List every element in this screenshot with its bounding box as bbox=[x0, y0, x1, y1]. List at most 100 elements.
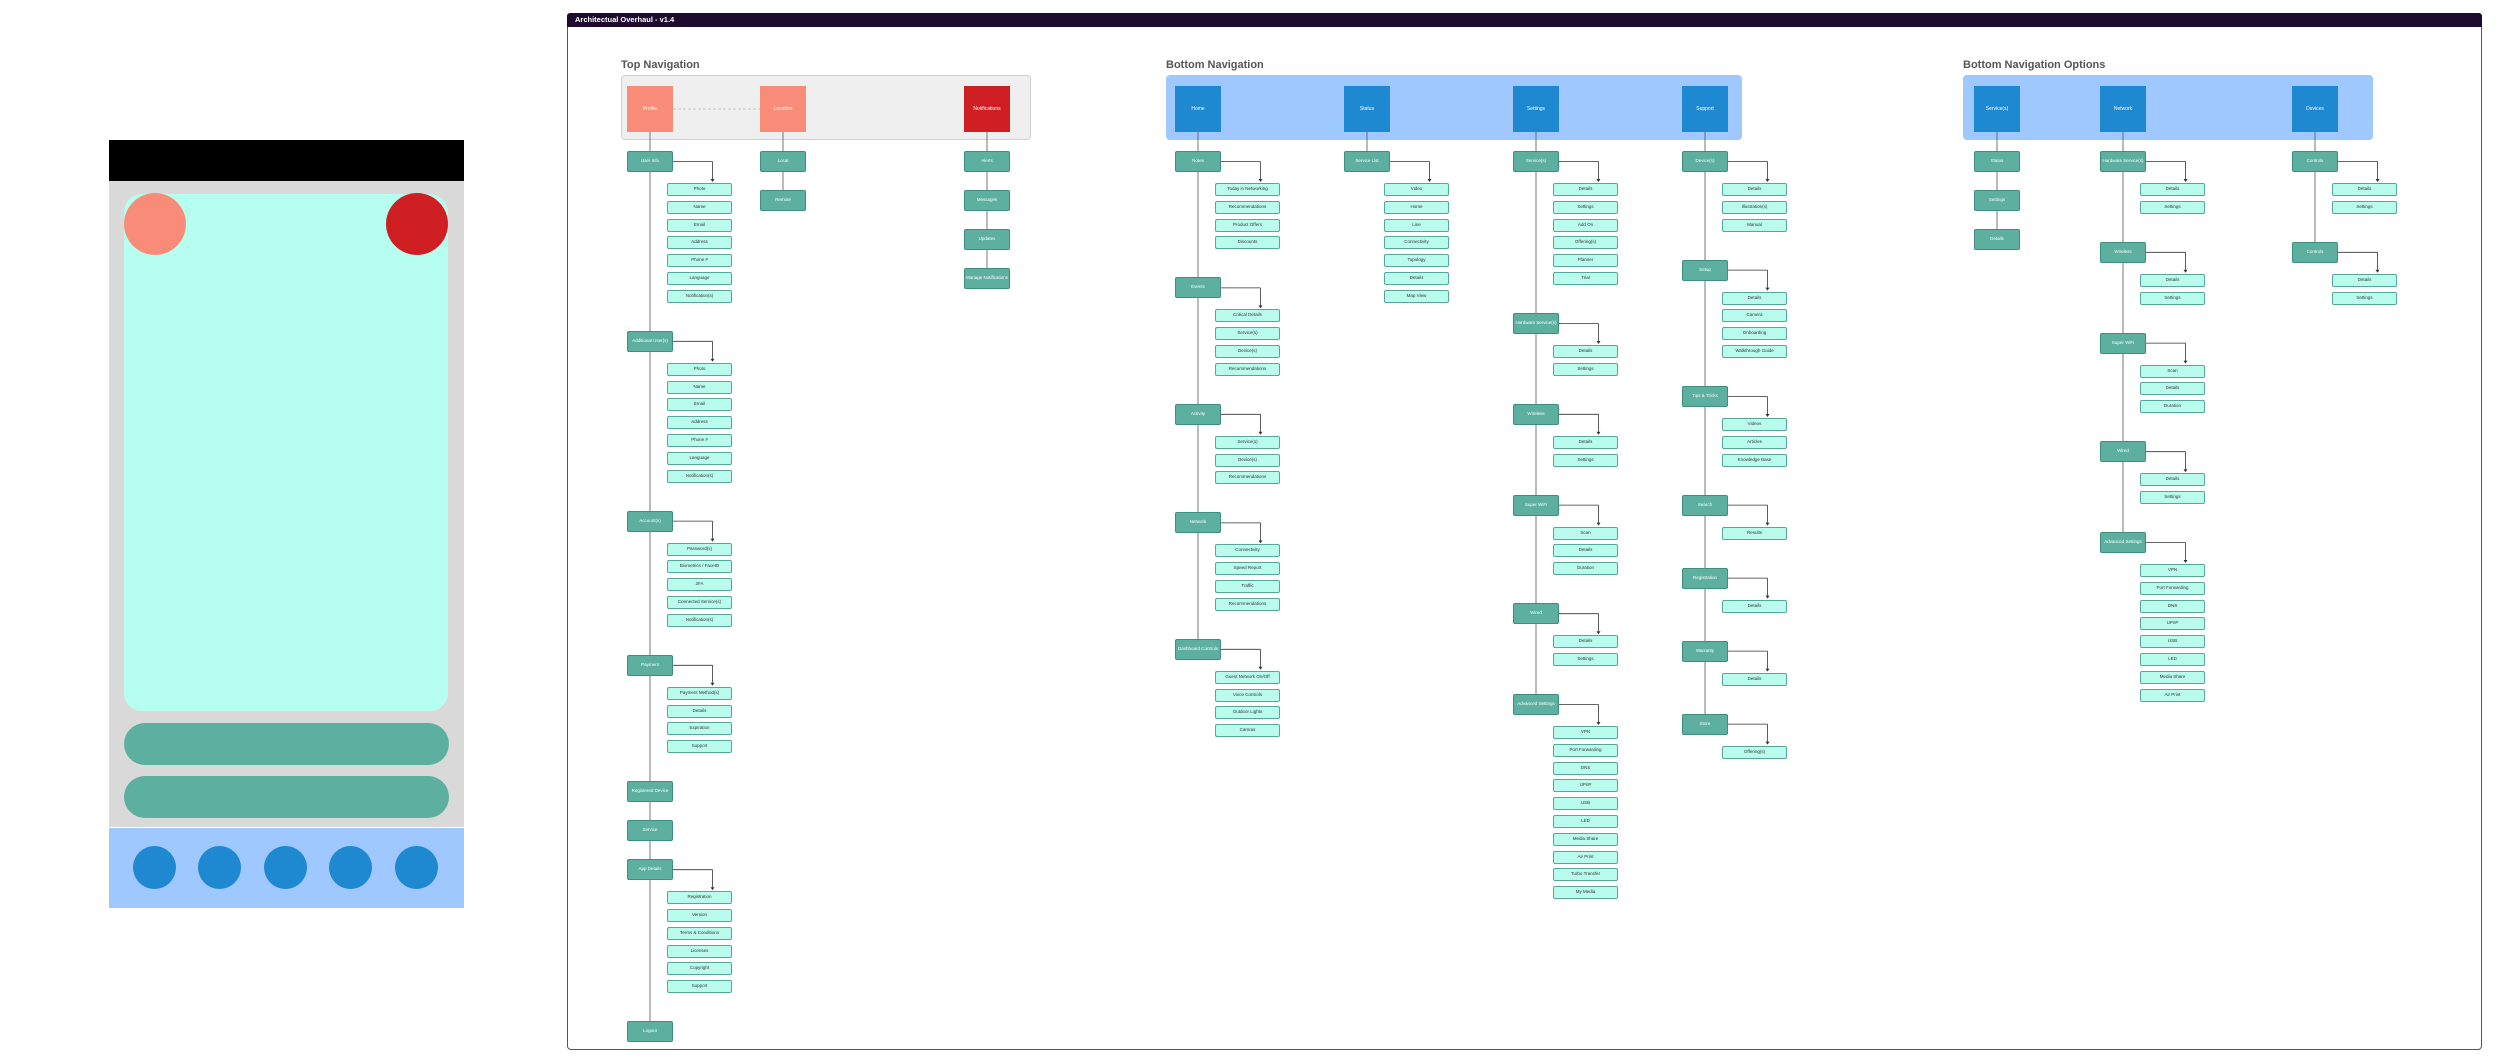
leaf-settings[interactable]: Settings bbox=[2140, 291, 2205, 305]
leaf-traffic[interactable]: Traffic bbox=[1215, 580, 1280, 593]
nav-tile-network[interactable]: Network bbox=[2100, 86, 2146, 132]
leaf-planner[interactable]: Planner bbox=[1553, 254, 1618, 268]
leaf-settings[interactable]: Settings bbox=[2140, 491, 2205, 504]
leaf-notification-s[interactable]: Notification(s) bbox=[667, 289, 732, 303]
leaf-results[interactable]: Results bbox=[1722, 526, 1787, 540]
leaf-scan[interactable]: Scan bbox=[2140, 364, 2205, 378]
leaf-connectivity[interactable]: Connectivity bbox=[1215, 544, 1280, 558]
leaf-recommendations[interactable]: Recommendations bbox=[1215, 362, 1280, 376]
leaf-name[interactable]: Name bbox=[667, 380, 732, 394]
leaf-illustration-s[interactable]: Illustration(s) bbox=[1722, 200, 1787, 214]
leaf-recommendations[interactable]: Recommendations bbox=[1215, 471, 1280, 485]
leaf-upnp[interactable]: UPnP bbox=[1553, 779, 1618, 793]
node-wired[interactable]: Wired bbox=[1513, 603, 1559, 625]
leaf-terms-conditions[interactable]: Terms & Conditions bbox=[667, 926, 732, 940]
node-setup[interactable]: Setup bbox=[1682, 259, 1728, 281]
leaf-onboarding[interactable]: Onboarding bbox=[1722, 327, 1787, 341]
leaf-trial[interactable]: Trial bbox=[1553, 272, 1618, 285]
node-warranty[interactable]: Warranty bbox=[1682, 640, 1728, 662]
node-search[interactable]: Search bbox=[1682, 494, 1728, 516]
leaf-version[interactable]: Version bbox=[667, 909, 732, 922]
leaf-biometrics-faceid[interactable]: Biometrics / FaceID bbox=[667, 560, 732, 574]
leaf-device-s[interactable]: Device(s) bbox=[1215, 453, 1280, 467]
nav-tile-home[interactable]: Home bbox=[1175, 86, 1221, 132]
leaf-device-s[interactable]: Device(s) bbox=[1215, 345, 1280, 358]
node-user-info[interactable]: User Info bbox=[627, 151, 673, 172]
leaf-notification-s[interactable]: Notification(s) bbox=[667, 469, 732, 483]
leaf-details[interactable]: Details bbox=[1553, 544, 1618, 558]
leaf-details[interactable]: Details bbox=[1722, 599, 1787, 613]
leaf-2fa[interactable]: 2FA bbox=[667, 578, 732, 592]
leaf-connectivity[interactable]: Connectivity bbox=[1384, 236, 1449, 250]
leaf-expiration[interactable]: Expiration bbox=[667, 722, 732, 736]
leaf-outdoor-lights[interactable]: Outdoor Lights bbox=[1215, 706, 1280, 720]
node-super-wifi[interactable]: Super WiFi bbox=[2100, 332, 2146, 354]
leaf-usb[interactable]: USB bbox=[2140, 635, 2205, 649]
leaf-language[interactable]: Language bbox=[667, 272, 732, 285]
node-advanced-settings[interactable]: Advanced Settings bbox=[2100, 532, 2146, 553]
leaf-notification-s[interactable]: Notification(s) bbox=[667, 613, 732, 627]
leaf-usb[interactable]: USB bbox=[1553, 797, 1618, 811]
leaf-duration[interactable]: Duration bbox=[1553, 562, 1618, 576]
node-super-wifi[interactable]: Super WiFi bbox=[1513, 494, 1559, 516]
leaf-settings[interactable]: Settings bbox=[2140, 200, 2205, 214]
node-network[interactable]: Network bbox=[1175, 512, 1221, 534]
leaf-videos[interactable]: Videos bbox=[1722, 418, 1787, 431]
leaf-details[interactable]: Details bbox=[667, 704, 732, 718]
leaf-vpn[interactable]: VPN bbox=[2140, 564, 2205, 577]
leaf-today-in-networking[interactable]: Today in Networking bbox=[1215, 183, 1280, 196]
node-hardware-service-s[interactable]: Hardware Service(s) bbox=[2100, 151, 2146, 172]
nav-tile-service-s[interactable]: Service(s) bbox=[1974, 86, 2020, 132]
leaf-details[interactable]: Details bbox=[1553, 345, 1618, 358]
node-alerts[interactable]: Alerts bbox=[964, 151, 1010, 172]
nav-tile-status[interactable]: Status bbox=[1344, 86, 1390, 132]
node-local[interactable]: Local bbox=[760, 151, 806, 172]
leaf-map-view[interactable]: Map View bbox=[1384, 289, 1449, 303]
leaf-photo[interactable]: Photo bbox=[667, 183, 732, 196]
node-hardware-service-s[interactable]: Hardware Service(s) bbox=[1513, 313, 1559, 334]
leaf-address[interactable]: Address bbox=[667, 416, 732, 430]
leaf-details[interactable]: Details bbox=[1553, 635, 1618, 649]
leaf-connected-service-s[interactable]: Connected Service(s) bbox=[667, 596, 732, 609]
node-advanced-settings[interactable]: Advanced Settings bbox=[1513, 694, 1559, 715]
leaf-media-share[interactable]: Media Share bbox=[1553, 832, 1618, 846]
node-wired[interactable]: Wired bbox=[2100, 441, 2146, 463]
leaf-settings[interactable]: Settings bbox=[1553, 653, 1618, 666]
leaf-photo[interactable]: Photo bbox=[667, 362, 732, 376]
leaf-details[interactable]: Details bbox=[1553, 435, 1618, 449]
leaf-details[interactable]: Details bbox=[1384, 272, 1449, 285]
leaf-details[interactable]: Details bbox=[1722, 672, 1787, 686]
leaf-settings[interactable]: Settings bbox=[1553, 362, 1618, 376]
leaf-knowledge-base[interactable]: Knowledge Base bbox=[1722, 453, 1787, 467]
leaf-video[interactable]: Video bbox=[1384, 183, 1449, 196]
nav-tile-support[interactable]: Support bbox=[1682, 86, 1728, 132]
leaf-add-on[interactable]: Add On bbox=[1553, 218, 1618, 232]
leaf-air-print[interactable]: Air Print bbox=[2140, 688, 2205, 702]
leaf-air-print[interactable]: Air Print bbox=[1553, 850, 1618, 864]
leaf-details[interactable]: Details bbox=[2140, 382, 2205, 396]
leaf-dns[interactable]: DNS bbox=[2140, 599, 2205, 613]
leaf-phone[interactable]: Phone # bbox=[667, 434, 732, 447]
leaf-recommendations[interactable]: Recommendations bbox=[1215, 597, 1280, 611]
node-wireless[interactable]: Wireless bbox=[2100, 241, 2146, 263]
leaf-offering-s[interactable]: Offering(s) bbox=[1722, 745, 1787, 759]
node-controls[interactable]: Controls bbox=[2292, 151, 2338, 172]
nav-tile-devices[interactable]: Devices bbox=[2292, 86, 2338, 132]
leaf-product-offers[interactable]: Product Offers bbox=[1215, 218, 1280, 232]
leaf-home[interactable]: Home bbox=[1384, 200, 1449, 214]
node-additional-user-s[interactable]: Additional User(s) bbox=[627, 330, 673, 352]
leaf-led[interactable]: LED bbox=[2140, 653, 2205, 666]
node-settings[interactable]: Settings bbox=[1974, 190, 2020, 211]
node-app-details[interactable]: App Details bbox=[627, 859, 673, 881]
node-store[interactable]: Store bbox=[1682, 713, 1728, 735]
leaf-topology[interactable]: Topology bbox=[1384, 254, 1449, 268]
leaf-voice-controls[interactable]: Voice Controls bbox=[1215, 688, 1280, 702]
node-notes[interactable]: Notes bbox=[1175, 151, 1221, 172]
node-payment[interactable]: Payment bbox=[627, 654, 673, 676]
leaf-speed-report[interactable]: Speed Report bbox=[1215, 562, 1280, 576]
leaf-password-s[interactable]: Password(s) bbox=[667, 542, 732, 556]
leaf-support[interactable]: Support bbox=[667, 740, 732, 754]
leaf-my-media[interactable]: My Media bbox=[1553, 886, 1618, 900]
leaf-settings[interactable]: Settings bbox=[2332, 291, 2397, 305]
leaf-guest-network-on-off[interactable]: Guest Network On/Off bbox=[1215, 670, 1280, 684]
